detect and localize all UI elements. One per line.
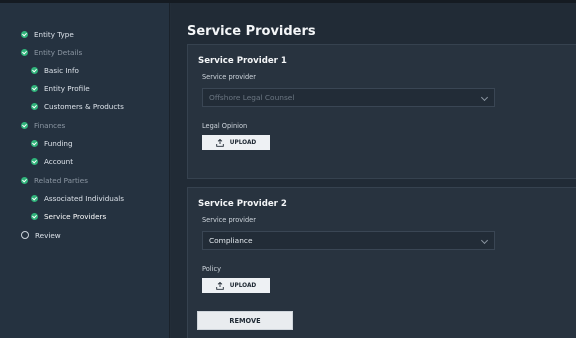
upload-button-label: UPLOAD <box>229 139 257 146</box>
sidebar-item-label: Basic Info <box>44 65 79 75</box>
sidebar-item-entity-details[interactable]: Entity Details <box>21 46 82 58</box>
sidebar-item-review[interactable]: Review <box>21 229 61 241</box>
sidebar-item-label: Entity Profile <box>44 83 90 93</box>
service-provider-label: Service provider <box>202 73 256 81</box>
sidebar-item-label: Entity Details <box>34 47 83 57</box>
page-title: Service Providers <box>187 24 316 39</box>
service-provider-select[interactable]: Compliance <box>202 231 495 250</box>
sidebar-item-label: Customers & Products <box>44 101 124 111</box>
policy-label: Policy <box>202 265 221 273</box>
sidebar-item-funding[interactable]: Funding <box>31 137 73 149</box>
sidebar-nav: Entity Type Entity Details Basic Info En… <box>0 3 170 338</box>
card-title: Service Provider 2 <box>198 199 287 209</box>
check-circle-icon <box>31 66 38 74</box>
sidebar-item-finances[interactable]: Finances <box>21 119 65 131</box>
service-provider-card-1: Service Provider 1 Service provider Offs… <box>187 44 576 179</box>
upload-policy-button[interactable]: UPLOAD <box>202 278 270 293</box>
chevron-down-icon <box>480 93 489 102</box>
sidebar-item-label: Service Providers <box>44 211 107 221</box>
sidebar-item-service-providers[interactable]: Service Providers <box>31 210 106 222</box>
chevron-down-icon <box>480 236 489 245</box>
upload-button-label: UPLOAD <box>229 282 257 289</box>
service-provider-value: Compliance <box>209 236 253 245</box>
service-provider-label: Service provider <box>202 216 256 224</box>
sidebar-item-entity-profile[interactable]: Entity Profile <box>31 82 90 94</box>
sidebar-item-label: Entity Type <box>34 29 74 39</box>
upload-icon <box>215 281 224 290</box>
upload-icon <box>215 138 224 147</box>
sidebar-item-label: Associated Individuals <box>44 193 124 203</box>
sidebar-item-basic-info[interactable]: Basic Info <box>31 64 79 76</box>
check-circle-icon <box>21 30 28 38</box>
check-circle-icon <box>31 102 38 110</box>
upload-legal-opinion-button[interactable]: UPLOAD <box>202 135 270 150</box>
sidebar-item-entity-type[interactable]: Entity Type <box>21 28 74 40</box>
check-circle-icon <box>31 84 38 92</box>
sidebar-item-label: Finances <box>34 120 66 130</box>
sidebar-item-label: Related Parties <box>34 175 88 185</box>
check-circle-icon <box>31 139 38 147</box>
check-circle-icon <box>21 176 28 184</box>
sidebar-item-label: Review <box>35 230 61 240</box>
sidebar-item-related-parties[interactable]: Related Parties <box>21 174 88 186</box>
check-circle-icon <box>21 121 28 129</box>
remove-button[interactable]: REMOVE <box>197 311 293 330</box>
check-circle-icon <box>31 157 38 165</box>
legal-opinion-label: Legal Opinion <box>202 122 248 130</box>
main-content: Service Providers Service Provider 1 Ser… <box>171 3 576 338</box>
sidebar-item-label: Funding <box>44 138 73 148</box>
empty-circle-icon <box>21 231 29 239</box>
sidebar-item-associated-individuals[interactable]: Associated Individuals <box>31 192 124 204</box>
sidebar-item-account[interactable]: Account <box>31 155 73 167</box>
service-provider-select[interactable]: Offshore Legal Counsel <box>202 88 495 107</box>
sidebar-item-label: Account <box>44 156 74 166</box>
service-provider-value: Offshore Legal Counsel <box>209 93 295 102</box>
check-circle-icon <box>21 48 28 56</box>
check-circle-icon <box>31 212 38 220</box>
card-title: Service Provider 1 <box>198 56 287 66</box>
check-circle-icon <box>31 194 38 202</box>
sidebar-item-customers-products[interactable]: Customers & Products <box>31 100 124 112</box>
